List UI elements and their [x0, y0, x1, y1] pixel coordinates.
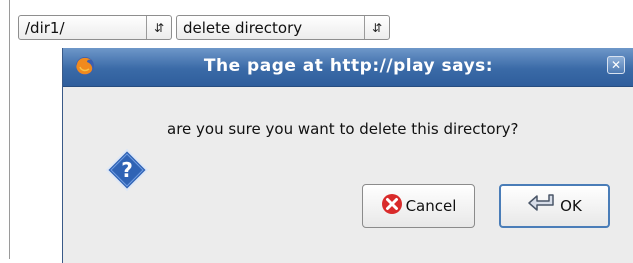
dialog-message: are you sure you want to delete this dir…	[167, 120, 519, 138]
action-select-value: delete directory	[183, 18, 303, 37]
ok-button[interactable]: OK	[499, 184, 610, 228]
page-left-border	[9, 0, 10, 259]
close-icon[interactable]: ✕	[607, 56, 625, 74]
directory-select-value: /dir1/	[25, 18, 65, 37]
cancel-button[interactable]: Cancel	[362, 184, 475, 228]
directory-select[interactable]: /dir1/ ⇵	[18, 15, 172, 40]
confirm-dialog: The page at http://play says: ✕ ? are yo…	[62, 48, 633, 263]
action-select[interactable]: delete directory ⇵	[176, 15, 390, 40]
return-arrow-icon	[527, 192, 560, 220]
cancel-button-label: Cancel	[405, 197, 457, 215]
select-arrows-icon[interactable]: ⇵	[364, 16, 389, 39]
cancel-icon	[381, 193, 406, 219]
svg-text:?: ?	[121, 158, 133, 182]
select-arrows-icon[interactable]: ⇵	[146, 16, 171, 39]
ok-button-label: OK	[560, 197, 582, 215]
question-icon: ?	[105, 148, 149, 196]
dialog-titlebar[interactable]: The page at http://play says: ✕	[63, 48, 633, 87]
dialog-title: The page at http://play says:	[203, 56, 494, 76]
